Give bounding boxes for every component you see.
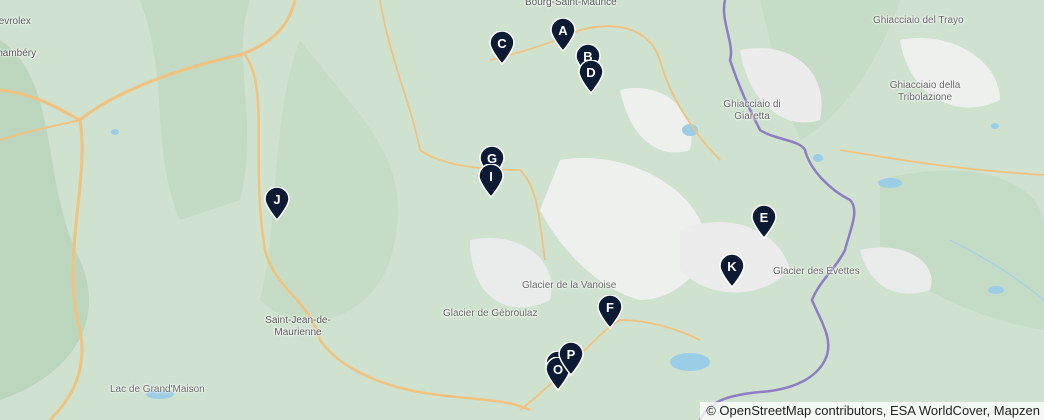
label-ghiacciaio-del-trayo: Ghiacciaio del Trayo: [873, 15, 964, 26]
label-sevrolex: Sevrolex: [0, 16, 31, 27]
marker-letter: I: [489, 169, 493, 184]
label-bourg-saint-maurice: Bourg-Saint-Maurice: [525, 0, 617, 8]
map-marker-f[interactable]: F: [597, 295, 623, 329]
marker-letter: K: [727, 259, 737, 274]
map-marker-d[interactable]: D: [578, 60, 604, 94]
map-marker-j[interactable]: J: [264, 187, 290, 221]
map-marker-i[interactable]: I: [478, 164, 504, 198]
marker-letter: C: [497, 36, 507, 51]
map-marker-e[interactable]: E: [751, 205, 777, 239]
marker-letter: J: [273, 192, 281, 207]
label-ghiacciaio-della-tribolazione: Ghiacciaio della Tribolazione: [889, 80, 961, 103]
map-marker-a[interactable]: A: [550, 18, 576, 52]
label-lac-de-grand-maison: Lac de Grand'Maison: [110, 384, 205, 395]
marker-letter: D: [586, 65, 596, 80]
marker-letter: A: [558, 23, 568, 38]
marker-letter: E: [759, 210, 769, 225]
map-marker-p[interactable]: P: [558, 342, 584, 376]
label-saint-jean-de-maurienne: Saint-Jean-de-Maurienne: [265, 315, 331, 338]
label-glacier-de-la-vanoise: Glacier de la Vanoise: [522, 280, 617, 291]
label-chambery: Chambéry: [0, 48, 37, 59]
map-attribution[interactable]: © OpenStreetMap contributors, ESA WorldC…: [700, 402, 1044, 420]
map-marker-k[interactable]: K: [719, 254, 745, 288]
map-marker-c[interactable]: C: [489, 31, 515, 65]
map-terrain: [0, 0, 1044, 420]
map-view[interactable]: Bourg-Saint-Maurice Chambéry Sevrolex Gh…: [0, 0, 1044, 420]
marker-letter: F: [606, 300, 614, 315]
marker-letter: P: [566, 347, 576, 362]
label-glacier-de-gebroulaz: Glacier de Gébroulaz: [443, 308, 538, 319]
label-glacier-des-evettes: Glacier des Évettes: [773, 266, 860, 277]
label-ghiacciaio-di-giaretta: Ghiacciaio di Giaretta: [723, 99, 781, 122]
